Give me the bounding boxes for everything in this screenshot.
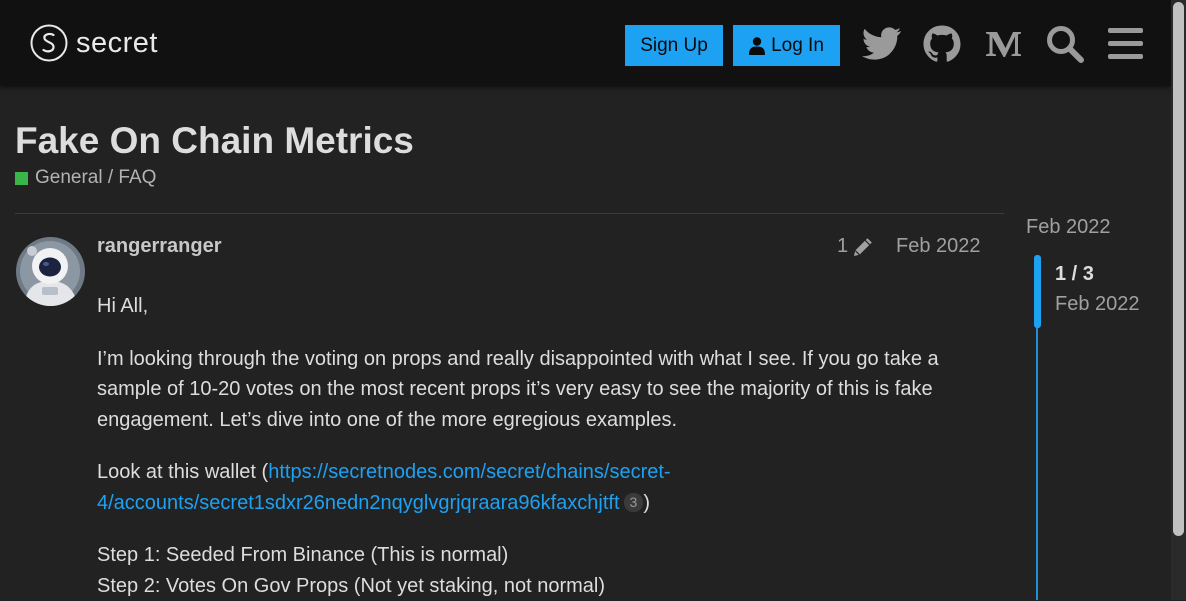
post-step: Step 2: Votes On Gov Props (Not yet stak…: [97, 571, 982, 601]
secret-logo-icon: [30, 24, 68, 62]
site-header: secret Sign Up Log In: [0, 0, 1171, 86]
post-date[interactable]: Feb 2022: [896, 235, 981, 258]
log-in-button[interactable]: Log In: [733, 25, 840, 66]
timeline-current-date: Feb 2022: [1055, 293, 1140, 316]
wallet-suffix: ): [643, 492, 650, 514]
search-icon[interactable]: [1045, 24, 1085, 64]
post-edit-history[interactable]: 1: [837, 235, 874, 258]
post-body: Hi All, I’m looking through the voting o…: [97, 291, 982, 601]
user-icon: [749, 37, 765, 55]
github-icon[interactable]: [922, 24, 962, 64]
twitter-icon[interactable]: [862, 24, 902, 64]
sign-up-button[interactable]: Sign Up: [625, 25, 723, 66]
log-in-label: Log In: [771, 35, 824, 57]
site-logo[interactable]: secret: [30, 24, 158, 62]
timeline-handle[interactable]: [1034, 255, 1041, 328]
topic-title[interactable]: Fake On Chain Metrics: [15, 120, 414, 162]
post-paragraph: Hi All,: [97, 291, 982, 322]
post-paragraph-wallet: Look at this wallet (https://secretnodes…: [97, 457, 982, 518]
post-username[interactable]: rangerranger: [97, 235, 222, 258]
post-step: Step 1: Seeded From Binance (This is nor…: [97, 540, 982, 571]
link-click-count: 3: [624, 493, 644, 512]
menu-icon[interactable]: [1106, 24, 1146, 64]
pencil-icon: [852, 236, 874, 258]
wallet-prefix: Look at this wallet (: [97, 461, 268, 483]
category-color-swatch: [15, 172, 28, 185]
astronaut-avatar-icon: [16, 237, 85, 306]
category-name: General / FAQ: [35, 167, 156, 189]
avatar[interactable]: [16, 237, 85, 306]
divider: [15, 213, 1004, 214]
timeline-position: 1 / 3: [1055, 263, 1094, 286]
scrollbar-thumb[interactable]: [1173, 2, 1184, 536]
logo-text: secret: [76, 27, 158, 60]
category-badge[interactable]: General / FAQ: [15, 167, 156, 189]
post-paragraph: I’m looking through the voting on props …: [97, 344, 982, 436]
timeline-start-date[interactable]: Feb 2022: [1026, 216, 1111, 239]
edit-count: 1: [837, 235, 848, 258]
medium-icon[interactable]: [983, 24, 1023, 64]
